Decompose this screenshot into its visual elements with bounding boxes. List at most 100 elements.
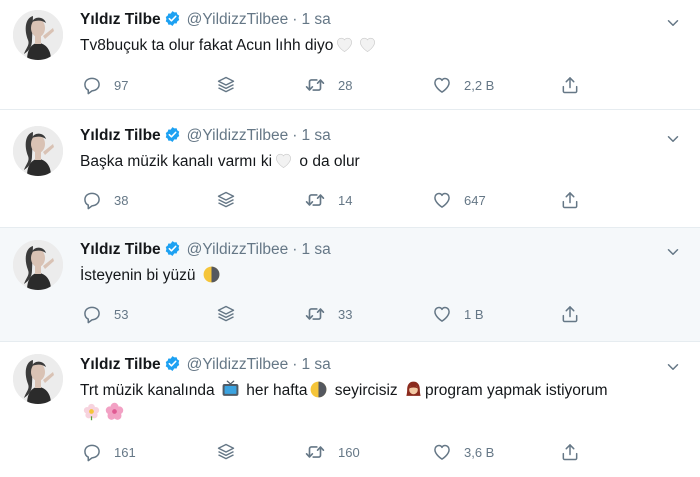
retweet-button[interactable]: 14 <box>304 188 352 212</box>
reply-button[interactable]: 53 <box>82 302 128 326</box>
stack-icon <box>216 190 236 210</box>
tweet-text-part: İsteyenin bi yüzü <box>80 267 196 284</box>
user-name[interactable]: Yıldız Tilbe <box>80 241 161 258</box>
tweet-time[interactable]: 1 sa <box>301 241 330 258</box>
reply-icon <box>82 442 102 462</box>
avatar[interactable] <box>13 10 63 60</box>
heart-icon <box>432 304 452 324</box>
share-icon <box>560 75 580 95</box>
user-name[interactable]: Yıldız Tilbe <box>80 356 161 373</box>
white-heart-emoji-icon <box>274 151 293 170</box>
share-button[interactable] <box>560 73 580 97</box>
user-handle[interactable]: @YildizzTilbee <box>187 241 289 258</box>
stack-button[interactable] <box>216 73 236 97</box>
reply-count: 97 <box>114 77 129 93</box>
chevron-down-icon[interactable] <box>664 14 682 37</box>
avatar[interactable] <box>13 240 63 290</box>
tweet-time[interactable]: 1 sa <box>301 127 330 144</box>
tweet-text-part: o da olur <box>295 153 360 170</box>
stack-button[interactable] <box>216 302 236 326</box>
user-name[interactable]: Yıldız Tilbe <box>80 11 161 28</box>
reply-icon <box>82 75 102 95</box>
tweet-time[interactable]: 1 sa <box>301 11 330 28</box>
tweet-time[interactable]: 1 sa <box>301 356 330 373</box>
share-icon <box>560 442 580 462</box>
like-count: 3,6 B <box>464 444 495 460</box>
separator-dot: · <box>292 127 298 144</box>
tweet-text-part: seyircisiz <box>330 382 402 399</box>
like-button[interactable]: 1 B <box>432 302 484 326</box>
tweet-text: İsteyenin bi yüzü <box>80 265 690 287</box>
avatar[interactable] <box>13 354 63 404</box>
tweet[interactable]: Yıldız Tilbe @YildizzTilbee · 1 sa Tv8buçuk… <box>0 0 700 110</box>
flower-emoji-icon <box>82 402 101 421</box>
retweet-icon <box>304 303 326 325</box>
heart-icon <box>432 190 452 210</box>
tweet-text: Başka müzik kanalı varmı ki o da olur <box>80 151 690 173</box>
chevron-down-icon[interactable] <box>664 243 682 266</box>
like-count: 1 B <box>464 306 484 322</box>
tweet-header: Yıldız Tilbe @YildizzTilbee · 1 sa <box>80 10 331 30</box>
tweet-header: Yıldız Tilbe @YildizzTilbee · 1 sa <box>80 240 331 260</box>
tweet[interactable]: Yıldız Tilbe @YildizzTilbee · 1 sa Trt müzi… <box>0 342 700 477</box>
tweet-text-part: Başka müzik kanalı varmı ki <box>80 153 273 170</box>
stack-button[interactable] <box>216 188 236 212</box>
half-moon-emoji-icon <box>309 380 328 399</box>
share-button[interactable] <box>560 302 580 326</box>
tweet-actions: 161 160 3,6 B <box>80 440 680 464</box>
stack-icon <box>216 75 236 95</box>
chevron-down-icon[interactable] <box>664 130 682 153</box>
share-button[interactable] <box>560 440 580 464</box>
user-handle[interactable]: @YildizzTilbee <box>187 11 289 28</box>
verified-badge-icon <box>164 10 181 32</box>
reply-count: 161 <box>114 444 136 460</box>
tweet[interactable]: Yıldız Tilbe @YildizzTilbee · 1 sa İsteyeni… <box>0 228 700 342</box>
chevron-down-icon[interactable] <box>664 358 682 381</box>
share-icon <box>560 190 580 210</box>
retweet-count: 14 <box>338 192 353 208</box>
verified-badge-icon <box>164 355 181 377</box>
reply-icon <box>82 304 102 324</box>
stack-icon <box>216 442 236 462</box>
separator-dot: · <box>292 241 298 258</box>
tweet-text-part: program yapmak istiyorum <box>424 382 608 399</box>
reply-button[interactable]: 161 <box>82 440 136 464</box>
half-moon-emoji-icon <box>202 265 221 284</box>
like-button[interactable]: 647 <box>432 188 486 212</box>
retweet-icon <box>304 441 326 463</box>
verified-badge-icon <box>164 126 181 148</box>
separator-dot: · <box>292 356 298 373</box>
reply-button[interactable]: 97 <box>82 73 128 97</box>
tweet-text-part: her hafta <box>241 382 308 399</box>
tweet-header: Yıldız Tilbe @YildizzTilbee · 1 sa <box>80 126 331 146</box>
stack-button[interactable] <box>216 440 236 464</box>
heart-icon <box>432 75 452 95</box>
reply-count: 38 <box>114 192 129 208</box>
share-button[interactable] <box>560 188 580 212</box>
retweet-icon <box>304 74 326 96</box>
user-name[interactable]: Yıldız Tilbe <box>80 127 161 144</box>
tweet-actions: 38 14 647 <box>80 188 680 212</box>
avatar[interactable] <box>13 126 63 176</box>
like-button[interactable]: 2,2 B <box>432 73 494 97</box>
tweet-text-part: Tv8buçuk ta olur fakat Acun lıhh diyo <box>80 37 334 54</box>
like-button[interactable]: 3,6 B <box>432 440 494 464</box>
separator-dot: · <box>292 11 298 28</box>
retweet-button[interactable]: 160 <box>304 440 360 464</box>
user-handle[interactable]: @YildizzTilbee <box>187 127 289 144</box>
tweet-actions: 53 33 1 B <box>80 302 680 326</box>
retweet-count: 28 <box>338 77 353 93</box>
retweet-count: 160 <box>338 444 360 460</box>
tweet-text: Trt müzik kanalında her hafta seyircisiz… <box>80 380 690 424</box>
reply-button[interactable]: 38 <box>82 188 128 212</box>
like-count: 647 <box>464 192 486 208</box>
retweet-button[interactable]: 28 <box>304 73 352 97</box>
woman-emoji-icon <box>404 380 423 399</box>
tweet[interactable]: Yıldız Tilbe @YildizzTilbee · 1 sa Başka mü… <box>0 116 700 228</box>
reply-count: 53 <box>114 306 129 322</box>
share-icon <box>560 304 580 324</box>
retweet-icon <box>304 189 326 211</box>
retweet-button[interactable]: 33 <box>304 302 352 326</box>
user-handle[interactable]: @YildizzTilbee <box>187 356 289 373</box>
reply-icon <box>82 190 102 210</box>
